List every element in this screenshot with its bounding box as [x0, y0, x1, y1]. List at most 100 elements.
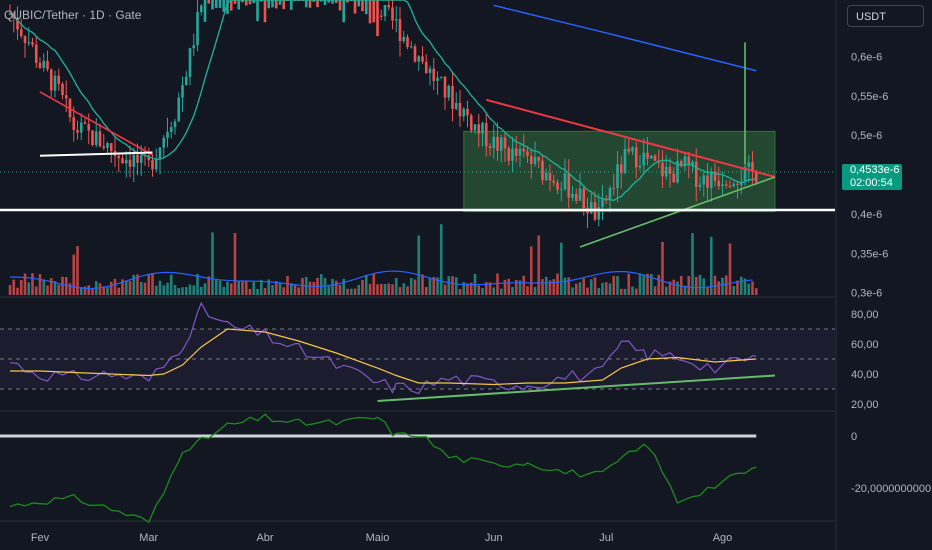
candle-body [664, 166, 668, 177]
candle-body [413, 46, 417, 62]
price-axis-label: 0,35e-6 [851, 248, 888, 260]
candle-body [361, 0, 364, 12]
volume-bar [218, 280, 222, 295]
candle-body [623, 148, 627, 174]
candle-body [481, 123, 484, 134]
candle-body [578, 188, 582, 201]
time-axis-label: Jun [485, 532, 503, 544]
candle-body [409, 46, 413, 48]
volume-bar [151, 273, 154, 295]
rsi-axis-label: 40,00 [851, 369, 879, 381]
volume-bar [601, 282, 604, 295]
volume-bar [439, 224, 443, 295]
candle-body [541, 160, 544, 181]
candle-body [529, 155, 533, 164]
volume-bar [256, 288, 259, 295]
volume-bar [526, 286, 529, 295]
candle-body [338, 0, 342, 11]
volume-bar [173, 284, 177, 295]
currency-button[interactable]: USDT [847, 5, 924, 27]
candle-body [376, 0, 379, 37]
candle-body [533, 156, 537, 164]
candle-body [747, 162, 751, 167]
volume-bar [241, 280, 244, 295]
volume-bar [694, 276, 698, 295]
candle-body [192, 45, 196, 49]
volume-bar [158, 280, 162, 295]
candle-body [653, 155, 657, 161]
candle-body [661, 162, 664, 177]
candle-body [518, 148, 522, 156]
candle-body [672, 173, 676, 183]
candle-body [694, 161, 698, 187]
candle-body [717, 180, 721, 187]
candle-body [522, 148, 526, 152]
candle-body [38, 62, 42, 68]
volume-bar [556, 273, 559, 295]
candle-body [492, 136, 496, 149]
candle-body [368, 0, 372, 24]
volume-bar [282, 287, 286, 295]
time-axis-label: Ago [713, 532, 733, 544]
volume-bar [421, 274, 424, 295]
volume-bar [248, 288, 252, 295]
candle-body [31, 42, 34, 45]
candle-body [271, 0, 274, 8]
chart-canvas[interactable]: 0,6e-6 0,55e-6 0,5e-6 0,4e-6 0,35e-6 0,3e-6 Fe… [0, 0, 932, 550]
volume-bar [623, 288, 627, 295]
volume-bar [642, 275, 646, 295]
candle-body [121, 158, 124, 164]
candle-body [462, 108, 466, 117]
volume-bar [604, 282, 608, 295]
volume-bar [477, 285, 481, 295]
candle-body [499, 137, 503, 151]
volume-bar [147, 274, 151, 295]
candle-body [477, 124, 481, 134]
candle-body [87, 123, 91, 131]
volume-bar [391, 284, 394, 295]
volume-bar [507, 278, 511, 295]
volume-bar [72, 254, 76, 295]
candle-body [507, 148, 511, 161]
volume-bar [402, 283, 406, 295]
candle-body [421, 56, 424, 62]
volume-bar [23, 273, 27, 295]
volume-bar [511, 286, 514, 295]
volume-bar [192, 285, 196, 295]
volume-bar [259, 279, 263, 295]
candle-body [244, 0, 248, 6]
volume-bar [12, 279, 16, 295]
volume-bar [181, 287, 184, 295]
volume-bar [379, 284, 383, 295]
candle-body [571, 193, 574, 198]
volume-bar [211, 232, 214, 295]
volume-bar [106, 287, 109, 295]
volume-bar [252, 282, 256, 295]
volume-bar [732, 285, 736, 295]
candle-body [556, 182, 559, 190]
candle-body [199, 5, 203, 12]
volume-bar [698, 274, 702, 295]
candle-body [698, 184, 702, 187]
time-axis-label: Abr [256, 532, 273, 544]
volume-bar [207, 276, 211, 295]
volume-bar [297, 287, 301, 295]
volume-bar [398, 287, 402, 295]
volume-bar [177, 288, 181, 295]
candle-body [398, 19, 402, 42]
candle-body [256, 0, 259, 22]
volume-bar [676, 281, 679, 295]
candle-body [387, 4, 391, 8]
volume-bar [169, 274, 173, 295]
candle-body [46, 60, 49, 70]
candle-body [451, 86, 454, 109]
volume-bar [754, 288, 758, 295]
volume-bar [184, 286, 188, 295]
volume-bar [199, 286, 203, 295]
candle-body [124, 159, 128, 164]
candle-body [458, 102, 462, 117]
candle-body [304, 0, 308, 8]
candle-body [173, 121, 177, 128]
volume-bar [496, 273, 499, 295]
price-axis-label: 0,6e-6 [851, 52, 882, 64]
